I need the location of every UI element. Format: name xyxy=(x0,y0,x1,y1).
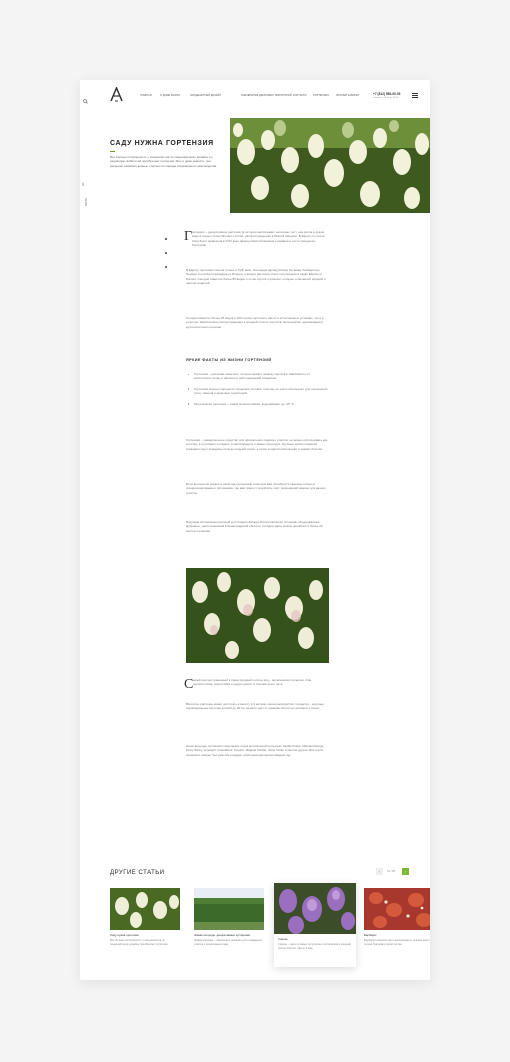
side-nav-text: МЕНЮ xyxy=(85,198,88,206)
article-paragraph-3: Сегодня известно более 35 видов и 100 со… xyxy=(186,316,324,329)
fact-text: Гортензия хорошо переносит городские усл… xyxy=(194,386,328,396)
page-card: A ГЛАВНАЯ О ДОМЕ МАРИИ ЛАНДШАФТНЫЙ ДИЗАЙ… xyxy=(80,80,430,980)
nav-item-landscape[interactable]: ЛАНДШАФТНЫЙ ДИЗАЙН xyxy=(190,94,221,97)
bullet-icon xyxy=(188,403,190,405)
side-lang[interactable]: EN xyxy=(82,183,85,186)
article-paragraph-4: Гортензия – универсальное средство для о… xyxy=(186,438,328,451)
article-paragraph-5: Если вы решили украсить свой сад гортенз… xyxy=(186,482,326,495)
article-card-title: Сирень xyxy=(278,937,288,941)
side-vertical-label: EN МЕНЮ xyxy=(82,183,90,206)
other-articles-title: ДРУГИЕ СТАТЬИ xyxy=(110,870,165,876)
share-bar xyxy=(164,238,168,278)
header-phone-hours: Звоните с 10:00 до 19:00 xyxy=(373,97,399,99)
article-card-image xyxy=(110,888,180,930)
hero-title: САДУ НУЖНА ГОРТЕНЗИЯ xyxy=(110,140,214,147)
facts-list: Гортензия – растение-хамелеон, которое м… xyxy=(186,372,328,406)
article-paragraph-2: В Европу гортензия попала только в XVIII… xyxy=(186,268,326,286)
search-icon[interactable] xyxy=(83,91,88,104)
nav-item-home[interactable]: ГЛАВНАЯ xyxy=(140,94,152,97)
article-paragraph-9: Наши ведущие питомники предлагают сорта … xyxy=(186,744,325,757)
nav-item-greening[interactable]: ОЗЕЛЕНЕНИЕ ДВОРОВЫХ ТЕРРИТОРИЙ xyxy=(241,94,292,97)
fact-item: Гортензия – растение-хамелеон, которое м… xyxy=(186,372,328,381)
article-card-text: Живая изгородь – прекрасное решение для … xyxy=(194,939,262,946)
hero-lead: Все больше популярность у специалистов п… xyxy=(110,155,218,168)
pager-label: 01 / 05 xyxy=(387,869,395,873)
logo-mark xyxy=(110,86,123,102)
article-photo xyxy=(186,568,329,663)
fact-item: Метельчатая гортензия – самая морозостой… xyxy=(186,402,328,406)
article-card[interactable]: Живая изгородь: декоративные кустарники … xyxy=(194,888,264,958)
prev-arrow-button[interactable]: ‹ xyxy=(376,868,383,875)
bullet-icon xyxy=(188,373,190,375)
nav-item-about[interactable]: О ДОМЕ МАРИИ xyxy=(160,94,180,97)
article-paragraph-8: Взрослое растение может достигать в высо… xyxy=(186,702,324,711)
share-dot-icon[interactable] xyxy=(165,252,167,254)
facts-heading: ЯРКИЕ ФАКТЫ ИЗ ЖИЗНИ ГОРТЕНЗИЙ xyxy=(186,358,272,362)
fact-text: Гортензия – растение-хамелеон, которое м… xyxy=(194,372,311,381)
article-card[interactable]: Барбарис Барбарис неприхотлив и декорати… xyxy=(364,888,430,958)
article-card-image xyxy=(194,888,264,930)
article-card[interactable]: Саду нужна гортензия Все больше популярн… xyxy=(110,888,180,958)
article-card-image xyxy=(274,883,356,934)
bullet-icon xyxy=(188,388,190,390)
logo[interactable]: A xyxy=(110,86,123,102)
nav-item-contacts[interactable]: КОНТАКТЫ xyxy=(293,94,307,97)
intro-dropcap: Г xyxy=(184,229,193,244)
article-card-text: Все больше популярность у специалистов п… xyxy=(110,939,169,946)
second-dropcap: С xyxy=(184,677,194,692)
article-card-image xyxy=(364,888,430,930)
hero-photo xyxy=(230,118,430,213)
nav-item-account[interactable]: ЛИЧНЫЙ КАБИНЕТ xyxy=(336,94,360,97)
article-card-text: Барбарис неприхотлив и декоративен в теч… xyxy=(364,939,430,946)
article-card-title: Барбарис xyxy=(364,933,377,937)
share-dot-icon[interactable] xyxy=(165,266,167,268)
article-paragraph-7: амый распространенный в садах средней по… xyxy=(193,678,312,687)
article-card-title: Саду нужна гортензия xyxy=(110,933,139,937)
burger-menu-icon[interactable] xyxy=(412,93,418,98)
next-arrow-button[interactable]: › xyxy=(402,868,409,875)
hero-green-underline xyxy=(110,151,115,152)
intro-paragraph: ортензия – декоративное растение (в исто… xyxy=(192,230,325,248)
pager: ‹ 01 / 05 › xyxy=(376,868,412,876)
article-paragraph-6: Ведущим питомником растений для Северо-З… xyxy=(186,520,323,533)
header-phone[interactable]: +7 (812) 565-90-03 xyxy=(373,92,400,96)
main-nav: ГЛАВНАЯ О ДОМЕ МАРИИ ЛАНДШАФТНЫЙ ДИЗАЙН … xyxy=(140,94,372,100)
article-card-title: Живая изгородь: декоративные кустарники xyxy=(194,933,251,937)
fact-item: Гортензия хорошо переносит городские усл… xyxy=(186,387,328,396)
share-dot-icon[interactable] xyxy=(165,238,167,240)
hydrangea-photo-2 xyxy=(186,568,329,663)
nav-item-portfolio[interactable]: ПОРТФОЛИО xyxy=(313,94,329,97)
article-card[interactable]: Сирень Сирень – один из самых популярных… xyxy=(274,883,356,967)
article-card-text: Сирень – один из самых популярных кустар… xyxy=(278,943,351,950)
hydrangea-photo-1 xyxy=(230,118,430,213)
fact-text: Метельчатая гортензия – самая морозостой… xyxy=(194,401,295,406)
